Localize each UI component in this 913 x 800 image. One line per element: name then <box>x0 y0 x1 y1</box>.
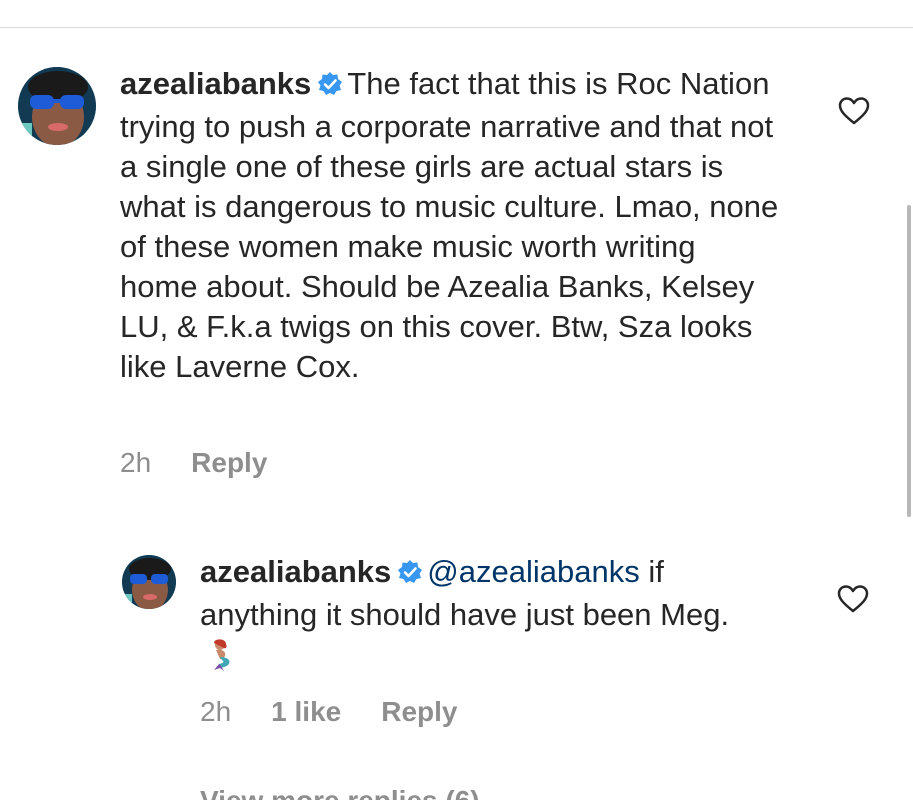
comment-time: 2h <box>120 447 152 478</box>
verified-badge-icon <box>317 67 343 107</box>
comment-username[interactable]: azealiabanks <box>120 66 311 101</box>
scrollbar[interactable] <box>907 205 911 517</box>
comments-screen: azealiabanks The fact that this is Roc Na… <box>0 0 913 800</box>
reply-button[interactable]: Reply <box>381 696 457 727</box>
mention-link[interactable]: @azealiabanks <box>427 554 639 589</box>
heart-outline-icon[interactable] <box>838 96 870 131</box>
view-more-replies-button[interactable]: View more replies (6) <box>200 785 480 800</box>
comment-text: azealiabanks @azealiabanks if anything it… <box>200 552 760 681</box>
heart-outline-icon[interactable] <box>837 584 869 619</box>
avatar[interactable] <box>122 555 176 609</box>
comment-meta: 2h 1 like Reply <box>200 696 497 728</box>
comment-meta: 2h Reply <box>120 447 307 479</box>
likes-count[interactable]: 1 like <box>271 696 341 727</box>
reply-button[interactable]: Reply <box>191 447 267 478</box>
comment-text: azealiabanks The fact that this is Roc Na… <box>120 64 780 387</box>
top-divider <box>0 27 913 28</box>
comment-username[interactable]: azealiabanks <box>200 554 391 589</box>
verified-badge-icon <box>397 555 423 595</box>
mermaid-emoji <box>206 637 240 681</box>
comment-body: The fact that this is Roc Nation trying … <box>120 66 779 384</box>
comment-time: 2h <box>200 696 232 727</box>
avatar[interactable] <box>18 67 96 145</box>
